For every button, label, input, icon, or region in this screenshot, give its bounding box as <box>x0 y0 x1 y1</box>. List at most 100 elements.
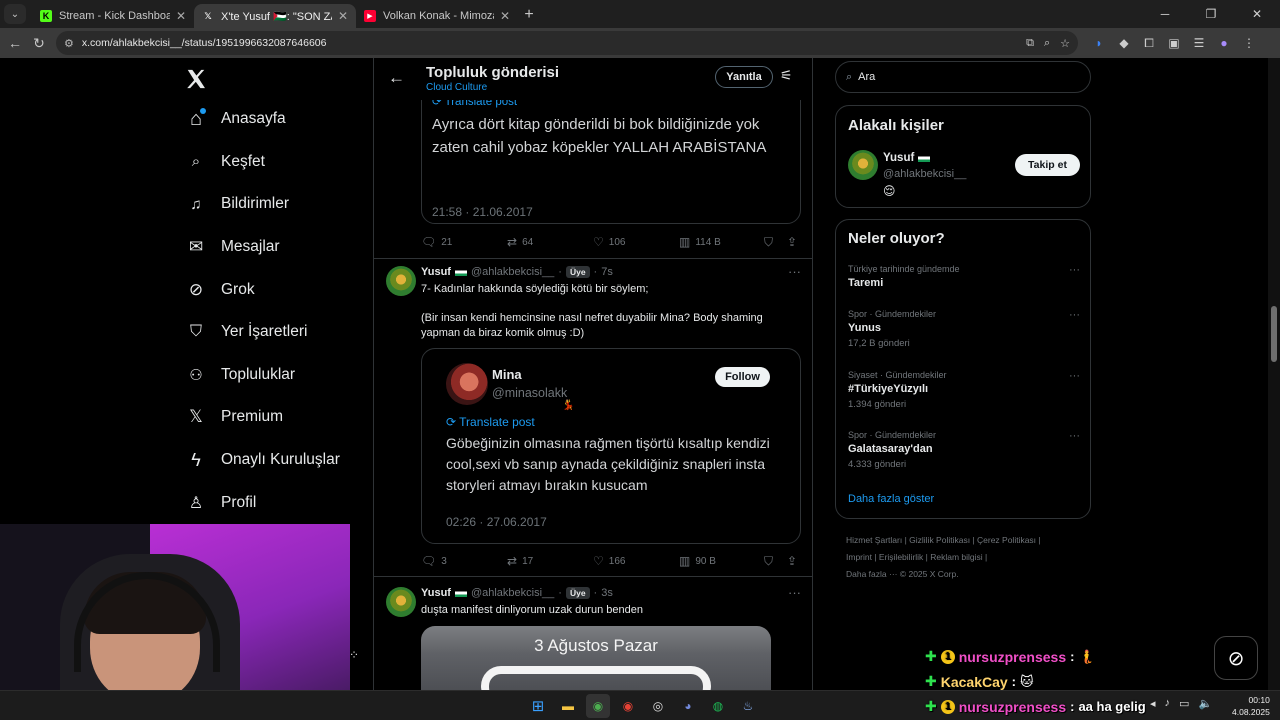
tab-search-button[interactable]: ⌄ <box>4 4 26 24</box>
tab-groups-icon[interactable]: ▣ <box>1163 31 1185 55</box>
reply-action[interactable]: 🗨 21 <box>421 235 452 249</box>
close-tab-icon[interactable]: ✕ <box>338 9 348 23</box>
zoom-icon[interactable]: ⌕ <box>1044 37 1050 50</box>
more-options-icon[interactable]: ··· <box>1069 309 1080 321</box>
address-bar[interactable]: ⚙ x.com/ahlakbekcisi__/status/1951996632… <box>56 31 1078 55</box>
steam-tray-icon[interactable]: ◂ <box>1150 697 1156 710</box>
trend-item[interactable]: Spor · Gündemdekiler Yunus 17,2 B gönder… <box>848 309 1080 349</box>
back-button[interactable]: ← <box>2 30 28 56</box>
tweet-media-image[interactable]: 3 Ağustos Pazar <box>421 626 771 690</box>
author-name[interactable]: Yusuf <box>421 587 451 599</box>
close-window-button[interactable]: ✕ <box>1234 0 1280 28</box>
author-handle[interactable]: @ahlakbekcisi__ <box>471 587 554 599</box>
nav-profile[interactable]: ♙ Profil <box>186 481 340 524</box>
install-app-icon[interactable]: ⧉ <box>1026 37 1034 50</box>
quoted-author-handle[interactable]: @minasolakk <box>492 386 567 400</box>
trend-item[interactable]: Spor · Gündemdekiler Galatasaray'dan 4.3… <box>848 430 1080 470</box>
nav-bookmarks[interactable]: ⛉ Yer İşaretleri <box>186 311 340 354</box>
extension-icon[interactable]: ◗ <box>1088 31 1110 55</box>
footer-line[interactable]: Daha fazla ··· © 2025 X Corp. <box>846 566 1086 583</box>
community-link[interactable]: Cloud Culture <box>426 82 487 93</box>
repost-action[interactable]: ⇄ 64 <box>507 235 533 249</box>
repost-action[interactable]: ⇄ 17 <box>507 554 533 568</box>
share-action[interactable]: ⇪ <box>787 235 797 249</box>
browser-tab-youtube[interactable]: ▶ Volkan Konak - Mimoza Çiçeği ✕ <box>356 4 518 28</box>
footer-line[interactable]: Imprint | Erişilebilirlik | Reklam bilgi… <box>846 549 1086 566</box>
follow-button[interactable]: Follow <box>715 367 770 387</box>
views-action[interactable]: ▥ 90 B <box>679 554 716 568</box>
like-action[interactable]: ♡ 166 <box>593 554 625 568</box>
minimize-button[interactable]: ─ <box>1142 0 1188 28</box>
browser-tab-x[interactable]: 𝕏 X'te Yusuf 🇵🇸: "SON ZAMANLAR ✕ <box>194 4 356 28</box>
site-info-icon[interactable]: ⚙ <box>64 37 74 50</box>
trend-item[interactable]: Türkiye tarihinde gündemde Taremi ··· <box>848 264 1080 289</box>
related-user-name[interactable]: Yusuf <box>883 152 931 164</box>
more-options-icon[interactable]: ··· <box>1069 264 1080 276</box>
bookmark-star-icon[interactable]: ☆ <box>1060 37 1070 50</box>
volume-icon[interactable]: 🔈 <box>1198 697 1212 710</box>
new-tab-button[interactable]: + <box>518 4 540 26</box>
bookmark-action[interactable]: ⛉ <box>764 554 773 569</box>
page-scrollbar[interactable] <box>1268 58 1280 690</box>
scrollbar-thumb[interactable] <box>1271 306 1277 362</box>
author-name[interactable]: Yusuf <box>421 266 451 278</box>
x-logo-icon[interactable] <box>185 68 207 90</box>
avatar[interactable] <box>848 150 878 180</box>
avatar[interactable] <box>386 266 416 296</box>
puzzle-icon[interactable]: ⧠ <box>1138 31 1160 55</box>
browser-menu-icon[interactable]: ⋮ <box>1238 31 1260 55</box>
more-options-icon[interactable]: ··· <box>788 585 801 600</box>
nav-notifications[interactable]: ♫ Bildirimler <box>186 183 340 226</box>
nav-messages[interactable]: ✉ Mesajlar <box>186 226 340 269</box>
tweet-time[interactable]: 3s <box>601 587 613 599</box>
taskbar-clock[interactable]: 00:10 4.08.2025 <box>1232 694 1270 718</box>
translate-post-link[interactable]: ⟳ Translate post <box>446 415 535 429</box>
nav-home[interactable]: ⌂ Anasayfa <box>186 98 340 141</box>
back-arrow-icon[interactable]: ← <box>388 68 405 88</box>
reading-list-icon[interactable]: ☰ <box>1188 31 1210 55</box>
share-action[interactable]: ⇪ <box>787 554 797 568</box>
nav-communities[interactable]: ⚇ Topluluklar <box>186 354 340 397</box>
windows-start-icon[interactable]: ⊞ <box>526 694 550 718</box>
quoted-author-name[interactable]: Mina <box>492 367 522 382</box>
tweet-time[interactable]: 7s <box>601 266 613 278</box>
grok-floating-button[interactable]: ⊘ <box>1214 636 1258 680</box>
trend-item[interactable]: Siyaset · Gündemdekiler #TürkiyeYüzyılı … <box>848 370 1080 410</box>
reload-button[interactable]: ↻ <box>26 30 52 56</box>
quoted-post-card[interactable]: Mina @minasolakk 💃 Follow ⟳ Translate po… <box>421 348 801 544</box>
microphone-icon[interactable]: ♪ <box>1165 697 1171 710</box>
reply-button[interactable]: Yanıtla <box>715 66 773 88</box>
settings-sliders-icon[interactable]: ⚟ <box>780 67 793 84</box>
close-tab-icon[interactable]: ✕ <box>176 9 186 23</box>
bookmark-action[interactable]: ⛉ <box>764 235 773 250</box>
obs-icon[interactable]: ◎ <box>646 694 670 718</box>
author-handle[interactable]: @ahlakbekcisi__ <box>471 266 554 278</box>
reply-action[interactable]: 🗨 3 <box>421 554 447 568</box>
views-action[interactable]: ▥ 114 B <box>679 235 721 249</box>
follow-button[interactable]: Takip et <box>1015 154 1080 176</box>
related-user-handle[interactable]: @ahlakbekcisi__ <box>883 168 966 180</box>
avatar[interactable] <box>386 587 416 617</box>
profile-avatar[interactable]: ● <box>1213 31 1235 55</box>
maximize-button[interactable]: ❐ <box>1188 0 1234 28</box>
chrome-icon[interactable]: ◉ <box>616 694 640 718</box>
more-options-icon[interactable]: ··· <box>1069 430 1080 442</box>
discord-icon[interactable]: ◕ <box>676 694 700 718</box>
file-explorer-icon[interactable]: ▬ <box>556 694 580 718</box>
browser-tab-kick[interactable]: K Stream - Kick Dashboard ✕ <box>32 4 194 28</box>
spotify-icon[interactable]: ◍ <box>706 694 730 718</box>
avatar[interactable] <box>446 363 488 405</box>
nav-explore[interactable]: ⌕ Keşfet <box>186 141 340 184</box>
like-action[interactable]: ♡ 106 <box>593 235 625 249</box>
nav-verified-orgs[interactable]: ϟ Onaylı Kuruluşlar <box>186 439 340 482</box>
network-icon[interactable]: ▭ <box>1179 697 1189 710</box>
chrome-icon[interactable]: ◉ <box>586 694 610 718</box>
extension-icon[interactable]: ◆ <box>1113 31 1135 55</box>
close-tab-icon[interactable]: ✕ <box>500 9 510 23</box>
steam-icon[interactable]: ♨ <box>736 694 760 718</box>
show-more-link[interactable]: Daha fazla göster <box>848 493 934 505</box>
nav-grok[interactable]: ⊘ Grok <box>186 268 340 311</box>
search-input[interactable]: ⌕ Ara <box>835 61 1091 93</box>
more-options-icon[interactable]: ··· <box>1069 370 1080 382</box>
footer-line[interactable]: Hizmet Şartları | Gizlilik Politikası | … <box>846 532 1086 549</box>
